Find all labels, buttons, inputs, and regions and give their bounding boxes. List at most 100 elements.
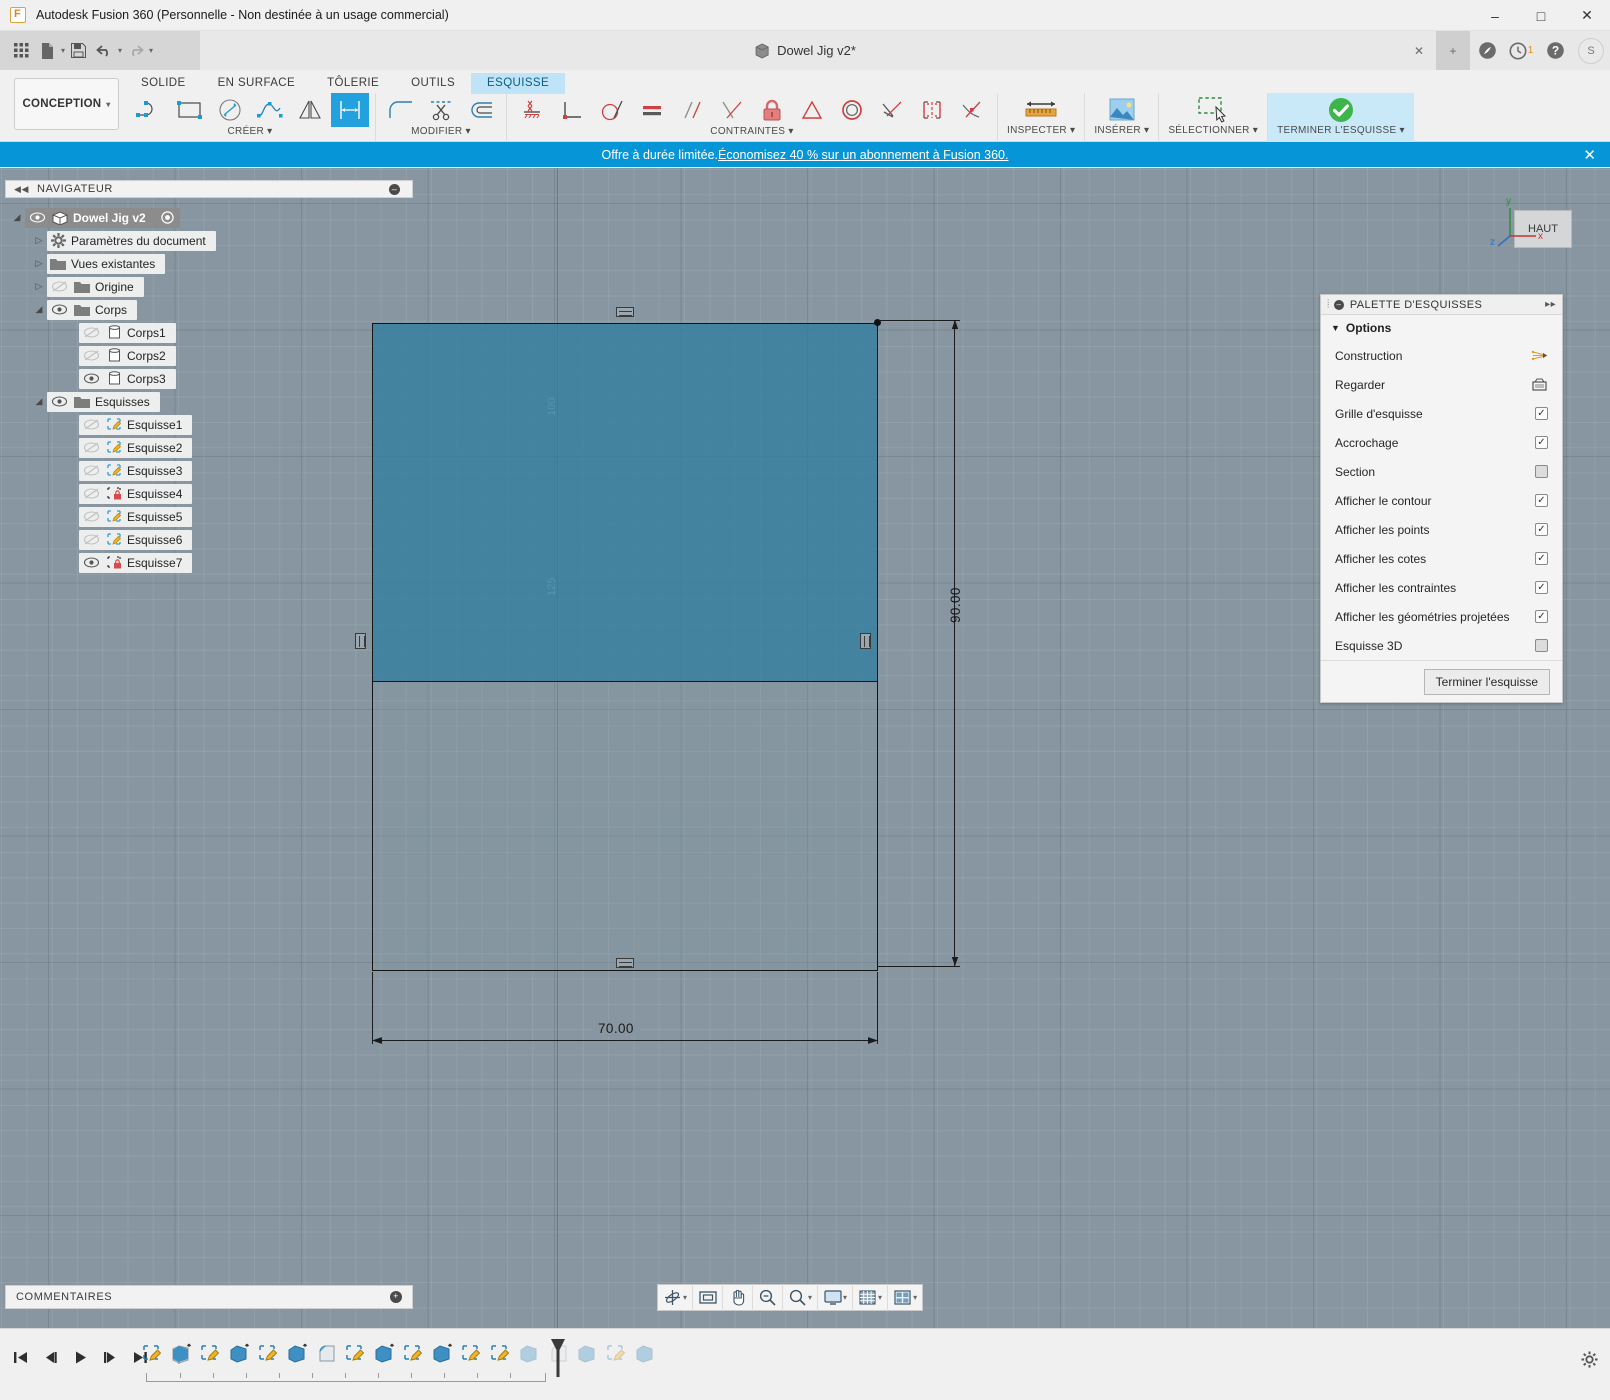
checkbox-section[interactable] (1535, 465, 1548, 478)
palette-row-afficher-contour[interactable]: Afficher le contour ✓ (1321, 486, 1562, 515)
tree-item-vues-existantes[interactable]: ▷ Vues existantes (31, 252, 413, 275)
tree-item-esquisses[interactable]: ◢ Esquisses (31, 390, 413, 413)
expand-right-icon[interactable]: ▸▸ (1545, 299, 1556, 310)
visibility-eye-icon[interactable] (25, 208, 49, 227)
offset-icon[interactable] (462, 93, 500, 127)
chevron-down-icon[interactable]: ▾ (878, 1293, 882, 1302)
navbar-orbit[interactable]: ▾ (658, 1284, 693, 1311)
checkbox-afficher-contraintes[interactable]: ✓ (1535, 581, 1548, 594)
palette-row-construction[interactable]: Construction (1321, 341, 1562, 370)
step-back-icon[interactable] (38, 1345, 62, 1369)
navbar-zoom-out[interactable] (753, 1284, 783, 1311)
tab-tolerie[interactable]: TÔLERIE (311, 73, 395, 94)
navbar-zoom-window[interactable]: ▾ (783, 1284, 818, 1311)
collinear-icon[interactable] (873, 93, 911, 127)
midpoint-icon[interactable] (713, 93, 751, 127)
grid-apps-icon[interactable] (8, 38, 34, 64)
chevron-down-icon[interactable]: ▾ (843, 1293, 847, 1302)
sketch-midline[interactable] (372, 681, 878, 682)
checkbox-afficher-geometries-projetees[interactable]: ✓ (1535, 610, 1548, 623)
tab-esquisse[interactable]: ESQUISSE (471, 73, 565, 94)
tab-en-surface[interactable]: EN SURFACE (202, 73, 312, 94)
undo-icon[interactable] (91, 38, 117, 64)
visibility-hidden-icon[interactable] (79, 461, 103, 480)
tree-item-esquisse7[interactable]: Esquisse7 (79, 551, 413, 574)
concentric-icon[interactable] (833, 93, 871, 127)
navbar-display-settings[interactable]: ▾ (818, 1284, 853, 1311)
timeline-feature-sketch[interactable] (343, 1341, 369, 1367)
workspace-selector[interactable]: CONCEPTION▾ (14, 78, 119, 130)
tree-item-corps[interactable]: ◢ Corps (31, 298, 413, 321)
timeline-feature-extrude-dim[interactable] (633, 1341, 659, 1367)
navbar-pan[interactable] (723, 1284, 753, 1311)
circle-icon[interactable] (211, 93, 249, 127)
visibility-eye-icon[interactable] (79, 369, 103, 388)
palette-row-accrochage[interactable]: Accrochage ✓ (1321, 428, 1562, 457)
palette-row-grille-esquisse[interactable]: Grille d'esquisse ✓ (1321, 399, 1562, 428)
tree-item-esquisse1[interactable]: Esquisse1 (79, 413, 413, 436)
close-button[interactable]: ✕ (1564, 0, 1610, 31)
palette-row-esquisse-3d[interactable]: Esquisse 3D (1321, 631, 1562, 660)
add-comment-icon[interactable]: + (390, 1291, 402, 1303)
construction-geometry-icon[interactable] (1530, 348, 1548, 364)
visibility-eye-icon[interactable] (79, 553, 103, 572)
tree-item-corps3[interactable]: Corps3 (79, 367, 413, 390)
panel-inspecter[interactable]: INSPECTER ▾ (998, 93, 1085, 142)
tangent-icon[interactable] (593, 93, 631, 127)
finish-sketch-button[interactable]: Terminer l'esquisse (1424, 669, 1550, 695)
checkbox-grille-esquisse[interactable]: ✓ (1535, 407, 1548, 420)
collapse-left-icon[interactable]: ◀◀ (14, 184, 29, 195)
trim-scissors-icon[interactable] (422, 93, 460, 127)
fix-lock-icon[interactable] (753, 93, 791, 127)
timeline-feature-extrude[interactable] (430, 1341, 456, 1367)
palette-row-section[interactable]: Section (1321, 457, 1562, 486)
visibility-eye-icon[interactable] (47, 392, 71, 411)
checkbox-afficher-points[interactable]: ✓ (1535, 523, 1548, 536)
document-tab[interactable]: Dowel Jig v2* (754, 43, 856, 59)
visibility-hidden-icon[interactable] (79, 323, 103, 342)
tree-item-origine[interactable]: ▷ Origine (31, 275, 413, 298)
chevron-down-icon[interactable]: ▾ (683, 1293, 687, 1302)
fillet-icon[interactable] (382, 93, 420, 127)
tree-item-dowel-jig-v2[interactable]: ◢ Dowel Jig v2 (9, 206, 413, 229)
visibility-hidden-icon[interactable] (79, 415, 103, 434)
sketch-line-arc-icon[interactable] (131, 93, 169, 127)
visibility-hidden-icon[interactable] (79, 346, 103, 365)
horizontal-constraint-marker-bottom[interactable] (616, 958, 634, 968)
coincident-icon[interactable] (953, 93, 991, 127)
palette-row-regarder[interactable]: Regarder (1321, 370, 1562, 399)
navbar-fit[interactable] (693, 1284, 723, 1311)
symmetry-icon[interactable] (793, 93, 831, 127)
timeline-feature-sketch[interactable] (401, 1341, 427, 1367)
panel-terminer-esquisse[interactable]: TERMINER L'ESQUISSE ▾ (1268, 93, 1414, 142)
tree-item-esquisse5[interactable]: Esquisse5 (79, 505, 413, 528)
tree-item-corps2[interactable]: Corps2 (79, 344, 413, 367)
tab-outils[interactable]: OUTILS (395, 73, 471, 94)
tree-item-parametres-du-document[interactable]: ▷ Paramètres du document (31, 229, 413, 252)
expand-arrow-icon[interactable]: ▷ (31, 229, 47, 252)
tree-item-esquisse6[interactable]: Esquisse6 (79, 528, 413, 551)
ribbon-group-label-creer[interactable]: CRÉER ▾ (228, 126, 273, 137)
timeline-marker[interactable] (551, 1339, 565, 1377)
chevron-down-icon[interactable]: ▾ (808, 1293, 812, 1302)
expand-arrow-icon[interactable]: ◢ (9, 206, 25, 229)
timeline-feature-sketch-dim[interactable] (604, 1341, 630, 1367)
extension-icon[interactable] (1470, 31, 1504, 70)
checkbox-afficher-contour[interactable]: ✓ (1535, 494, 1548, 507)
mirror-icon[interactable] (291, 93, 329, 127)
timeline-settings-gear-icon[interactable] (1581, 1351, 1598, 1371)
look-at-icon[interactable] (1530, 377, 1548, 393)
horizontal-constraint-marker-top[interactable] (616, 307, 634, 317)
new-tab-button[interactable]: + (1436, 31, 1470, 70)
comments-panel[interactable]: COMMENTAIRES + (5, 1285, 413, 1309)
redo-icon[interactable] (122, 38, 148, 64)
promo-banner-link[interactable]: Économisez 40 % sur un abonnement à Fusi… (718, 148, 1008, 162)
palette-row-afficher-contraintes[interactable]: Afficher les contraintes ✓ (1321, 573, 1562, 602)
timeline-feature-extrude[interactable] (227, 1341, 253, 1367)
vertical-constraint-marker-left[interactable] (355, 633, 366, 649)
parallel-icon[interactable] (673, 93, 711, 127)
checkbox-accrochage[interactable]: ✓ (1535, 436, 1548, 449)
ribbon-group-label-modifier[interactable]: MODIFIER ▾ (411, 126, 471, 137)
panel-inserer[interactable]: INSÉRER ▾ (1085, 93, 1159, 142)
ribbon-group-label-contraintes[interactable]: CONTRAINTES ▾ (710, 126, 793, 137)
